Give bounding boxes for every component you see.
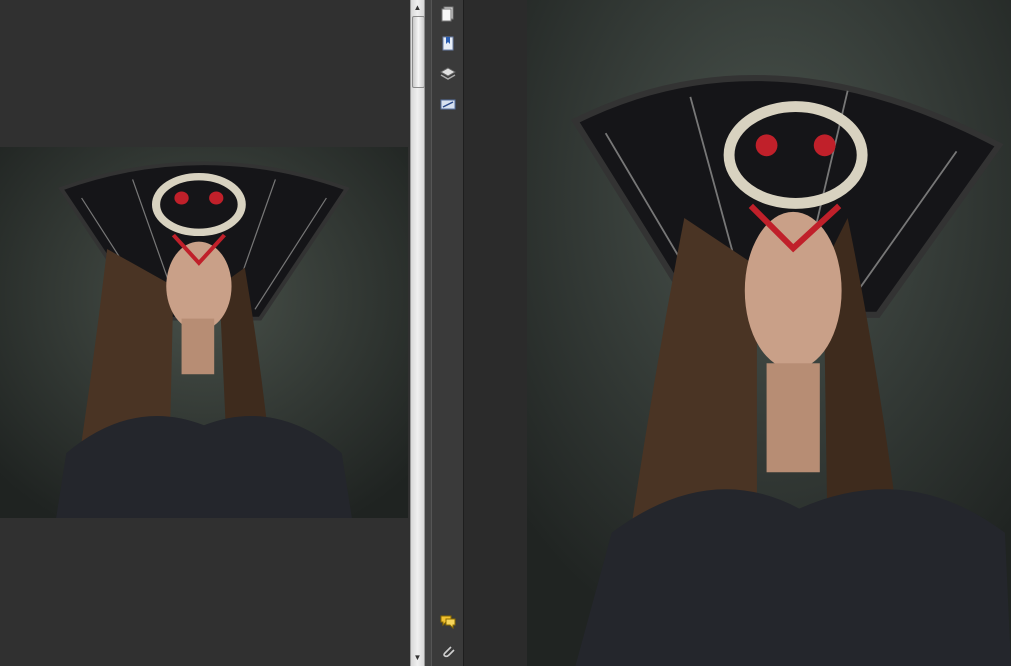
pages-button[interactable] [439, 5, 457, 23]
navigation-panel [431, 0, 464, 666]
layers-button[interactable] [439, 65, 457, 83]
pages-icon [441, 6, 454, 22]
portrait-photo-left [0, 147, 408, 518]
scroll-down-arrow[interactable]: ▼ [411, 651, 424, 665]
signatures-button[interactable] [439, 95, 457, 113]
left-document-view [0, 0, 410, 666]
comments-button[interactable] [439, 612, 457, 630]
scroll-thumb[interactable] [412, 16, 425, 88]
attachments-button[interactable] [439, 642, 457, 660]
comments-icon [440, 615, 456, 629]
scroll-up-arrow[interactable]: ▲ [411, 1, 424, 15]
vertical-scrollbar[interactable]: ▲ ▼ [410, 0, 425, 666]
attachments-icon [443, 646, 455, 658]
signatures-icon [440, 99, 456, 110]
bookmarks-icon [442, 36, 454, 51]
right-document-margin [464, 0, 527, 666]
bookmarks-button[interactable] [439, 34, 457, 52]
portrait-photo-right [527, 0, 1011, 666]
layers-icon [440, 67, 456, 80]
